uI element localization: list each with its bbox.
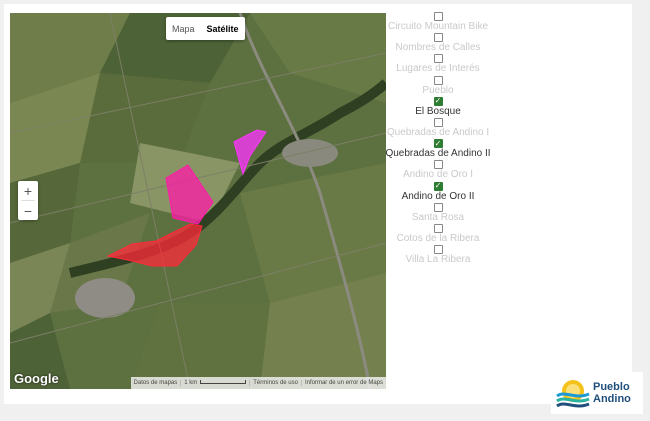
layer-checkbox[interactable] [433, 223, 443, 233]
layer-checkbox[interactable] [433, 245, 443, 255]
satellite-imagery [10, 13, 386, 389]
layer-checkbox[interactable] [433, 139, 443, 149]
report-error-link[interactable]: Informar de un error de Maps [300, 380, 386, 386]
zoom-in-button[interactable]: + [18, 181, 38, 200]
scale-bar-icon [200, 380, 247, 385]
layer-label: Santa Rosa [411, 211, 465, 223]
layer-checkbox[interactable] [433, 181, 443, 191]
layer-item-circuito-mountain-bike: Circuito Mountain Bike [384, 12, 492, 33]
layer-item-andino-de-oro-1: Andino de Oro I [384, 160, 492, 181]
layer-checkbox[interactable] [433, 96, 443, 106]
pueblo-andino-logo: Pueblo Andino [551, 372, 643, 414]
layer-label: Nombres de Calles [395, 42, 481, 54]
logo-text: Pueblo Andino [593, 381, 631, 405]
layer-label: Lugares de Interés [396, 63, 480, 75]
layer-checkbox[interactable] [433, 160, 443, 170]
map-scale-label: 1 km [184, 380, 198, 386]
layer-label: El Bosque [415, 105, 461, 117]
satellite-map[interactable]: Mapa Satélite + − Google Datos de mapas … [10, 13, 386, 389]
layer-list: Circuito Mountain Bike Nombres de Calles… [384, 12, 492, 266]
layer-item-quebradas-de-andino-1: Quebradas de Andino I [384, 117, 492, 139]
layer-label: Circuito Mountain Bike [387, 21, 489, 32]
layer-label: Quebradas de Andino I [386, 126, 490, 138]
layer-checkbox[interactable] [433, 202, 443, 212]
logo-line-2: Andino [593, 393, 631, 405]
layer-checkbox[interactable] [433, 33, 443, 43]
layer-item-santa-rosa: Santa Rosa [384, 202, 492, 224]
map-scale[interactable]: 1 km [180, 380, 249, 386]
terms-link[interactable]: Términos de uso [249, 380, 301, 386]
map-type-satellite-button[interactable]: Satélite [201, 17, 245, 40]
zoom-control: + − [18, 181, 38, 220]
zoom-out-button[interactable]: − [18, 201, 38, 220]
layer-item-quebradas-de-andino-2: Quebradas de Andino II [384, 139, 492, 160]
layer-label: Cotos de la Ribera [396, 232, 480, 244]
google-logo[interactable]: Google [14, 371, 59, 386]
layer-item-andino-de-oro-2: Andino de Oro II [384, 181, 492, 203]
map-data-link[interactable]: Datos de mapas [131, 380, 181, 386]
layer-item-villa-la-ribera: Villa La Ribera [384, 245, 492, 266]
layer-item-pueblo: Pueblo [384, 75, 492, 97]
layer-item-el-bosque: El Bosque [384, 96, 492, 118]
layer-label: Quebradas de Andino II [385, 148, 491, 160]
map-type-mapa-button[interactable]: Mapa [166, 17, 201, 40]
map-type-control: Mapa Satélite [166, 17, 245, 40]
layer-label: Andino de Oro II [401, 190, 475, 202]
layer-checkbox[interactable] [433, 12, 443, 21]
layer-checkbox[interactable] [433, 117, 443, 127]
map-attribution: Datos de mapas 1 km Términos de uso Info… [130, 377, 386, 389]
layer-label: Andino de Oro I [402, 169, 474, 181]
layer-label: Pueblo [422, 84, 454, 96]
layer-label: Villa La Ribera [405, 254, 471, 266]
layer-item-cotos-de-la-ribera: Cotos de la Ribera [384, 223, 492, 245]
layer-item-lugares-de-interes: Lugares de Interés [384, 54, 492, 75]
logo-line-1: Pueblo [593, 381, 630, 393]
sun-waves-icon [556, 380, 590, 408]
layer-checkbox[interactable] [433, 54, 443, 64]
layer-checkbox[interactable] [433, 75, 443, 85]
layer-item-nombres-de-calles: Nombres de Calles [384, 33, 492, 54]
